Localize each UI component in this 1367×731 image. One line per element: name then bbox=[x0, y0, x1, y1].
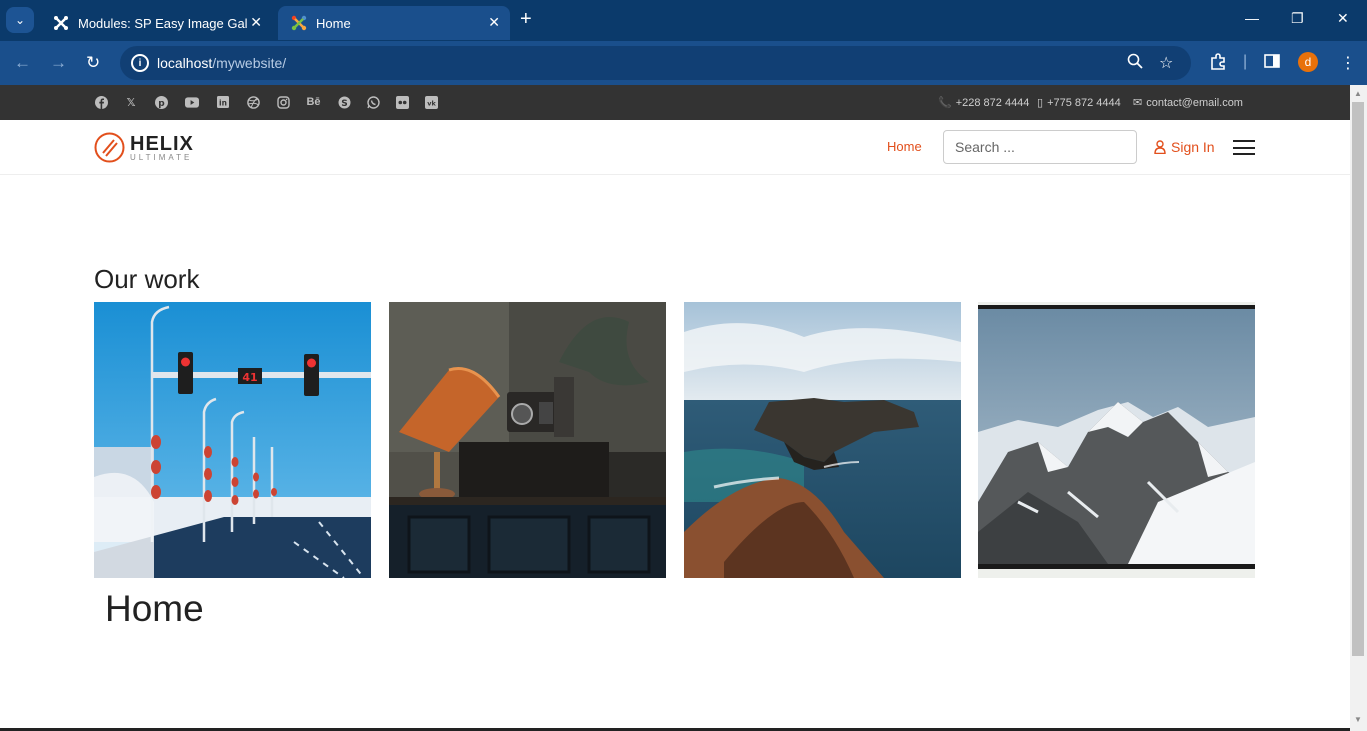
site-topbar: 𝕏 p in Bē S vk 📞 +228 872 4444 ▯ +775 872 … bbox=[0, 85, 1350, 120]
bookmark-star-icon[interactable]: ☆ bbox=[1159, 53, 1173, 73]
mobile-icon: ▯ bbox=[1037, 97, 1044, 109]
address-bar[interactable]: i localhost/mywebsite/ ☆ bbox=[120, 46, 1191, 80]
svg-text:in: in bbox=[219, 99, 227, 108]
site-info-icon[interactable]: i bbox=[131, 54, 149, 72]
helix-logo-icon bbox=[94, 132, 125, 163]
reload-icon[interactable]: ↻ bbox=[86, 53, 100, 73]
profile-avatar[interactable]: d bbox=[1298, 52, 1318, 72]
window-close-icon[interactable]: ✕ bbox=[1337, 10, 1349, 27]
youtube-icon[interactable] bbox=[185, 95, 199, 109]
zoom-icon[interactable] bbox=[1127, 53, 1143, 74]
browser-toolbar: ← → ↻ i localhost/mywebsite/ ☆ | d ⋮ bbox=[0, 41, 1367, 85]
vk-icon[interactable]: vk bbox=[424, 95, 438, 109]
svg-text:vk: vk bbox=[427, 99, 436, 107]
forward-icon[interactable]: → bbox=[50, 53, 67, 73]
gallery-image-traffic-lights[interactable]: 41 bbox=[94, 302, 371, 578]
browser-tab-strip: ⌄ Modules: SP Easy Image Gallery ✕ Home … bbox=[0, 0, 1367, 41]
svg-text:S: S bbox=[341, 99, 347, 109]
back-icon[interactable]: ← bbox=[14, 53, 31, 73]
page-scrollbar[interactable]: ▲ ▼ bbox=[1350, 85, 1367, 731]
gallery-image-snowy-mountains[interactable] bbox=[978, 302, 1255, 578]
tab-title: Modules: SP Easy Image Gallery bbox=[78, 15, 248, 31]
flickr-icon[interactable] bbox=[395, 95, 409, 109]
logo-subtitle: ULTIMATE bbox=[130, 152, 193, 162]
url-text[interactable]: localhost/mywebsite/ bbox=[157, 55, 286, 71]
menu-item-home[interactable]: Home bbox=[887, 139, 922, 154]
gallery-image-lamp-radio[interactable] bbox=[389, 302, 666, 578]
site-header: HELIX ULTIMATE Home Sign In bbox=[0, 120, 1350, 175]
extensions-icon[interactable] bbox=[1209, 53, 1227, 76]
mobile-contact[interactable]: ▯ +775 872 4444 bbox=[1037, 96, 1121, 110]
skype-icon[interactable]: S bbox=[337, 95, 351, 109]
hamburger-menu-icon[interactable] bbox=[1233, 140, 1255, 155]
behance-icon[interactable]: Bē bbox=[305, 95, 322, 109]
tab-modules[interactable]: Modules: SP Easy Image Gallery ✕ bbox=[40, 6, 272, 40]
email-contact[interactable]: ✉ contact@email.com bbox=[1133, 96, 1243, 110]
svg-text:41: 41 bbox=[242, 371, 257, 384]
tab-list-button[interactable]: ⌄ bbox=[6, 7, 34, 33]
scrollbar-thumb[interactable] bbox=[1352, 102, 1364, 656]
gallery-image-coastal-cliffs[interactable] bbox=[684, 302, 961, 578]
joomla-icon bbox=[290, 15, 307, 32]
envelope-icon: ✉ bbox=[1133, 97, 1143, 109]
user-icon bbox=[1154, 140, 1166, 154]
facebook-icon[interactable] bbox=[94, 95, 108, 109]
menu-kebab-icon[interactable]: ⋮ bbox=[1340, 53, 1356, 73]
whatsapp-icon[interactable] bbox=[366, 95, 380, 109]
new-tab-button[interactable]: + bbox=[520, 9, 532, 29]
scroll-down-icon[interactable]: ▼ bbox=[1354, 715, 1362, 724]
pinterest-icon[interactable]: p bbox=[154, 95, 168, 109]
tab-title: Home bbox=[316, 15, 351, 31]
page-heading: Home bbox=[105, 588, 204, 629]
search-input[interactable] bbox=[943, 130, 1137, 164]
toolbar-divider: | bbox=[1243, 53, 1248, 70]
side-panel-icon[interactable] bbox=[1264, 53, 1280, 74]
instagram-icon[interactable] bbox=[276, 95, 290, 109]
site-logo[interactable]: HELIX ULTIMATE bbox=[94, 132, 194, 163]
logo-title: HELIX bbox=[130, 132, 194, 155]
joomla-icon bbox=[52, 15, 69, 32]
x-icon[interactable]: 𝕏 bbox=[124, 95, 138, 109]
scroll-up-icon[interactable]: ▲ bbox=[1354, 89, 1362, 98]
phone-contact[interactable]: 📞 +228 872 4444 bbox=[938, 96, 1029, 110]
section-title: Our work bbox=[94, 264, 200, 294]
dribbble-icon[interactable] bbox=[246, 95, 260, 109]
close-icon[interactable]: ✕ bbox=[488, 14, 500, 31]
restore-icon[interactable]: ❐ bbox=[1291, 10, 1304, 27]
tab-home[interactable]: Home ✕ bbox=[278, 6, 510, 40]
close-icon[interactable]: ✕ bbox=[250, 14, 262, 31]
linkedin-icon[interactable]: in bbox=[216, 95, 230, 109]
sign-in-link[interactable]: Sign In bbox=[1154, 139, 1215, 155]
svg-text:p: p bbox=[158, 99, 165, 109]
minimize-icon[interactable]: — bbox=[1245, 10, 1259, 26]
phone-icon: 📞 bbox=[938, 97, 952, 109]
